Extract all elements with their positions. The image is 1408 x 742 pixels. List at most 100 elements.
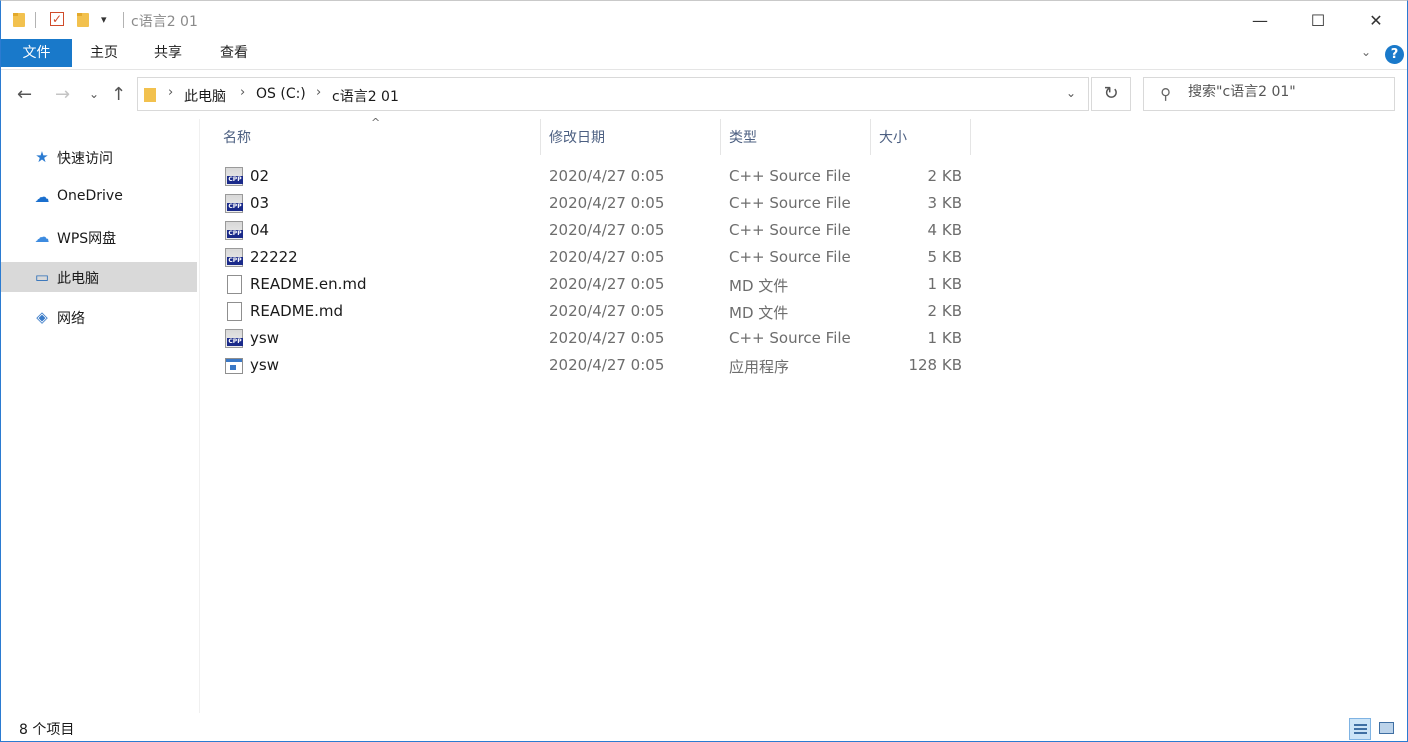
properties-icon[interactable]: ✓ — [50, 12, 64, 26]
sidebar-item-onedrive[interactable]: ☁ OneDrive — [1, 182, 197, 212]
cpp-file-icon — [225, 248, 243, 267]
file-date: 2020/4/27 0:05 — [549, 302, 665, 320]
sidebar-item-network[interactable]: ◈ 网络 — [1, 302, 197, 332]
tab-share[interactable]: 共享 — [145, 39, 191, 67]
file-type: MD 文件 — [729, 277, 789, 295]
cpp-file-icon — [225, 221, 243, 240]
column-header-type[interactable]: 类型 — [721, 119, 871, 155]
help-icon[interactable]: ? — [1385, 45, 1404, 64]
file-size: 2 KB — [927, 302, 962, 320]
file-name: README.en.md — [250, 275, 367, 293]
column-header-size[interactable]: 大小 — [871, 119, 971, 155]
folder-icon — [13, 13, 25, 27]
breadcrumb-os-c[interactable]: OS (C:) — [256, 86, 306, 102]
tab-file[interactable]: 文件 — [1, 39, 72, 67]
network-icon: ◈ — [36, 308, 48, 326]
file-size: 3 KB — [927, 194, 962, 212]
sidebar-item-label: OneDrive — [57, 188, 123, 204]
file-explorer-window: ✓ ▾ c语言2 01 — ☐ ✕ 文件 主页 共享 查看 ⌄ ? ← → ⌄ … — [0, 0, 1408, 742]
close-button[interactable]: ✕ — [1353, 1, 1399, 39]
breadcrumb-current-folder[interactable]: c语言2 01 — [332, 86, 399, 106]
chevron-right-icon[interactable]: › — [240, 85, 245, 100]
file-row[interactable]: README.md 2020/4/27 0:05 MD 文件 2 KB — [223, 298, 973, 325]
file-row[interactable]: 04 2020/4/27 0:05 C++ Source File 4 KB — [223, 217, 973, 244]
file-type: C++ Source File — [729, 329, 851, 347]
file-size: 4 KB — [927, 221, 962, 239]
file-type: 应用程序 — [729, 358, 790, 376]
file-date: 2020/4/27 0:05 — [549, 167, 665, 185]
file-name: 03 — [250, 194, 270, 212]
navigation-bar: ← → ⌄ ↑ › 此电脑 › OS (C:) › c语言2 01 ⌄ ↻ ⚲ — [1, 69, 1407, 119]
expand-ribbon-icon[interactable]: ⌄ — [1361, 45, 1371, 59]
sidebar-item-wps-drive[interactable]: ☁ WPS网盘 — [1, 222, 197, 252]
chevron-right-icon[interactable]: › — [316, 85, 321, 100]
document-icon — [227, 302, 242, 321]
tab-view[interactable]: 查看 — [211, 39, 257, 67]
back-arrow-icon[interactable]: ← — [17, 84, 32, 105]
cpp-file-icon — [225, 194, 243, 213]
sidebar-item-label: 网络 — [57, 311, 85, 327]
maximize-button[interactable]: ☐ — [1295, 1, 1341, 39]
details-view-icon — [1354, 724, 1367, 735]
file-date: 2020/4/27 0:05 — [549, 248, 665, 266]
customize-quick-access-icon[interactable]: ▾ — [101, 13, 107, 26]
file-row[interactable]: 22222 2020/4/27 0:05 C++ Source File 5 K… — [223, 244, 973, 271]
application-icon — [225, 358, 243, 374]
sidebar-item-quick-access[interactable]: ★ 快速访问 — [1, 142, 197, 172]
recent-locations-chevron-icon[interactable]: ⌄ — [89, 87, 99, 101]
cloud-outline-icon: ☁ — [34, 228, 50, 246]
sidebar-item-label: WPS网盘 — [57, 231, 117, 247]
file-row[interactable]: ysw 2020/4/27 0:05 C++ Source File 1 KB — [223, 325, 973, 352]
file-size: 2 KB — [927, 167, 962, 185]
forward-arrow-icon[interactable]: → — [55, 84, 70, 105]
file-date: 2020/4/27 0:05 — [549, 221, 665, 239]
new-folder-icon[interactable] — [77, 13, 89, 27]
up-arrow-icon[interactable]: ↑ — [111, 84, 126, 105]
file-row[interactable]: ysw 2020/4/27 0:05 应用程序 128 KB — [223, 352, 973, 379]
column-header-date[interactable]: 修改日期 — [541, 119, 721, 155]
file-size: 5 KB — [927, 248, 962, 266]
file-name: ysw — [250, 356, 279, 374]
file-type: C++ Source File — [729, 167, 851, 185]
computer-icon: ▭ — [34, 268, 50, 286]
cloud-icon: ☁ — [34, 188, 50, 206]
large-icons-view-button[interactable] — [1376, 718, 1398, 740]
address-bar[interactable]: › 此电脑 › OS (C:) › c语言2 01 ⌄ — [137, 77, 1089, 111]
tab-home[interactable]: 主页 — [81, 39, 127, 67]
file-date: 2020/4/27 0:05 — [549, 275, 665, 293]
file-name: 04 — [250, 221, 270, 239]
search-box[interactable]: ⚲ — [1143, 77, 1395, 111]
cpp-file-icon — [225, 167, 243, 186]
file-type: C++ Source File — [729, 221, 851, 239]
file-row[interactable]: 03 2020/4/27 0:05 C++ Source File 3 KB — [223, 190, 973, 217]
divider — [123, 12, 124, 28]
file-row[interactable]: README.en.md 2020/4/27 0:05 MD 文件 1 KB — [223, 271, 973, 298]
title-bar: ✓ ▾ c语言2 01 — ☐ ✕ — [1, 1, 1407, 39]
sidebar-item-label: 快速访问 — [57, 151, 113, 167]
chevron-down-icon[interactable]: ⌄ — [1066, 86, 1076, 100]
status-bar: 8 个项目 — [1, 713, 1407, 741]
file-type: MD 文件 — [729, 304, 789, 322]
file-name: ysw — [250, 329, 279, 347]
breadcrumb-this-pc[interactable]: 此电脑 — [184, 86, 226, 106]
sidebar-item-this-pc[interactable]: ▭ 此电脑 — [1, 262, 197, 292]
navigation-pane: ★ 快速访问 ☁ OneDrive ☁ WPS网盘 ▭ 此电脑 ◈ 网络 — [1, 119, 200, 713]
file-date: 2020/4/27 0:05 — [549, 356, 665, 374]
refresh-button[interactable]: ↻ — [1091, 77, 1131, 111]
cpp-file-icon — [225, 329, 243, 348]
file-row[interactable]: 02 2020/4/27 0:05 C++ Source File 2 KB — [223, 163, 973, 190]
column-header-name[interactable]: 名称 — [215, 119, 541, 155]
search-input[interactable] — [1188, 84, 1388, 100]
file-name: 02 — [250, 167, 270, 185]
file-size: 1 KB — [927, 329, 962, 347]
column-headers: 名称 修改日期 类型 大小 — [215, 119, 975, 155]
chevron-right-icon[interactable]: › — [168, 85, 173, 100]
minimize-button[interactable]: — — [1237, 1, 1283, 39]
item-count: 8 个项目 — [19, 722, 75, 738]
file-name: 22222 — [250, 248, 298, 266]
document-icon — [227, 275, 242, 294]
file-size: 128 KB — [908, 356, 962, 374]
file-date: 2020/4/27 0:05 — [549, 329, 665, 347]
details-view-button[interactable] — [1349, 718, 1371, 740]
large-icons-view-icon — [1379, 722, 1394, 734]
